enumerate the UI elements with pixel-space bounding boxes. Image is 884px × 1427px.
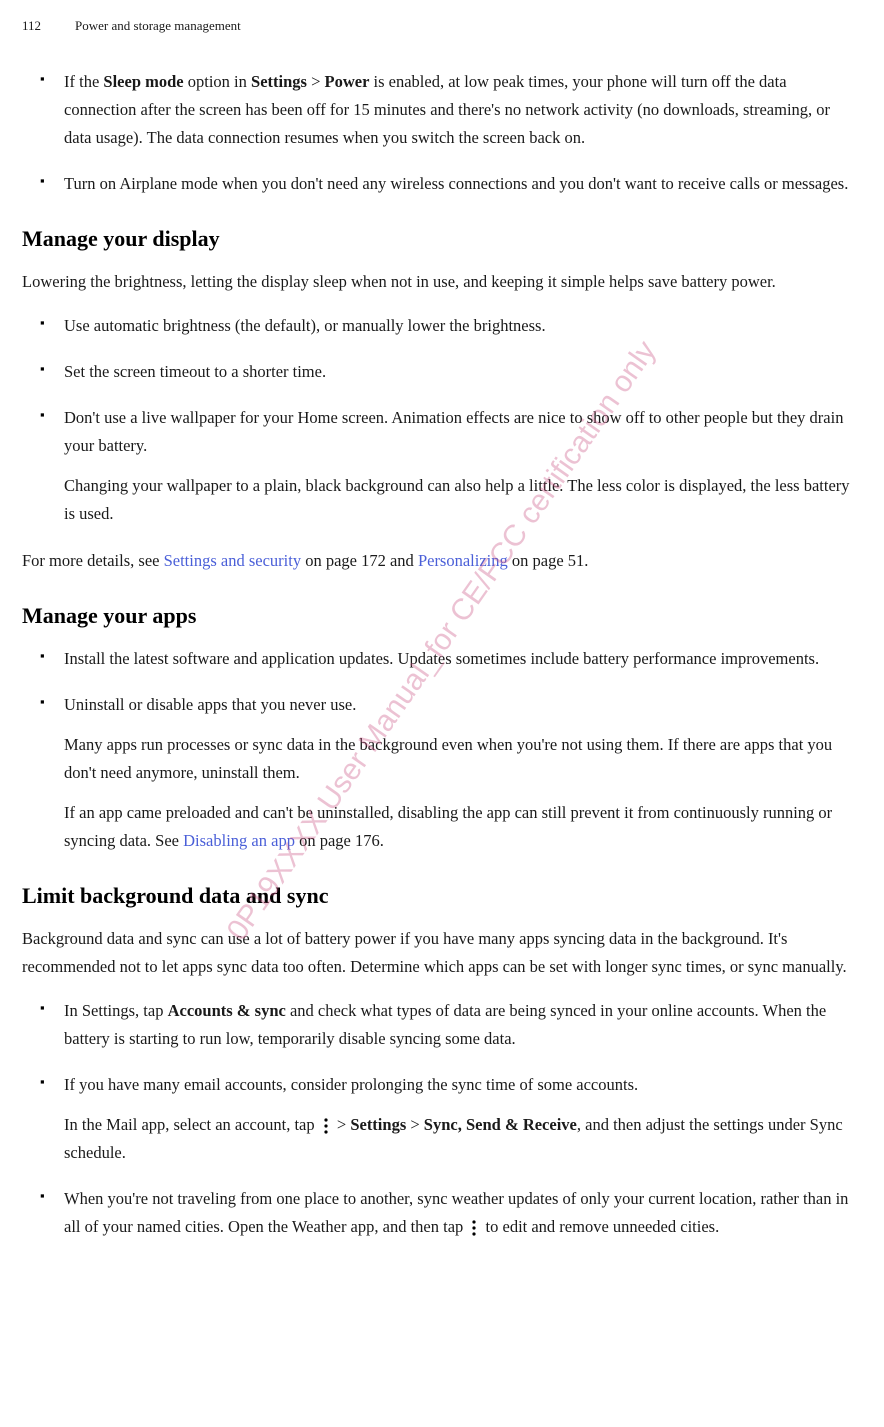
bullet-text: When you're not traveling from one place… [64, 1189, 848, 1236]
bullet-item: When you're not traveling from one place… [64, 1185, 862, 1241]
section-intro: Background data and sync can use a lot o… [22, 925, 862, 981]
bullet-sub-para: Changing your wallpaper to a plain, blac… [64, 472, 858, 528]
header-title: Power and storage management [75, 18, 241, 34]
bullet-text: Don't use a live wallpaper for your Home… [64, 408, 843, 455]
bullet-item: Turn on Airplane mode when you don't nee… [64, 170, 862, 198]
bullet-item: If the Sleep mode option in Settings > P… [64, 68, 862, 152]
bullet-text: In Settings, tap Accounts & sync and che… [64, 1001, 826, 1048]
content-body: If the Sleep mode option in Settings > P… [22, 68, 862, 1241]
bullet-sub-para: If an app came preloaded and can't be un… [64, 799, 858, 855]
page-number: 112 [22, 18, 41, 34]
bold-text: Settings [350, 1115, 406, 1134]
bullet-item: Uninstall or disable apps that you never… [64, 691, 862, 855]
section-title: Manage your display [22, 226, 862, 252]
bold-text: Settings [251, 72, 307, 91]
bullet-list: Use automatic brightness (the default), … [22, 312, 862, 528]
section-intro: Lowering the brightness, letting the dis… [22, 268, 862, 296]
page-header: 112 Power and storage management [22, 18, 862, 34]
bullet-list: If the Sleep mode option in Settings > P… [22, 68, 862, 198]
bold-text: Sleep mode [103, 72, 183, 91]
bold-text: Power [325, 72, 370, 91]
bullet-list: In Settings, tap Accounts & sync and che… [22, 997, 862, 1241]
bullet-item: Don't use a live wallpaper for your Home… [64, 404, 862, 528]
link-text[interactable]: Settings and security [164, 551, 301, 570]
bullet-list: Install the latest software and applicat… [22, 645, 862, 855]
link-text[interactable]: Personalizing [418, 551, 508, 570]
section-title: Limit background data and sync [22, 883, 862, 909]
bullet-item: Use automatic brightness (the default), … [64, 312, 862, 340]
bullet-text: If the Sleep mode option in Settings > P… [64, 72, 830, 147]
link-text[interactable]: Disabling an app [183, 831, 295, 850]
bullet-sub-para: In the Mail app, select an account, tap … [64, 1111, 858, 1167]
document-page: 0P19XXXX User Manual_for CE/FCC certific… [0, 0, 884, 1281]
more-vert-icon [319, 1116, 333, 1134]
bullet-item: In Settings, tap Accounts & sync and che… [64, 997, 862, 1053]
more-vert-icon [467, 1218, 481, 1236]
bold-text: Sync, Send & Receive [424, 1115, 577, 1134]
bullet-text: Install the latest software and applicat… [64, 649, 819, 668]
bullet-sub-para: Many apps run processes or sync data in … [64, 731, 858, 787]
section-title: Manage your apps [22, 603, 862, 629]
bullet-text: Use automatic brightness (the default), … [64, 316, 546, 335]
section-outro: For more details, see Settings and secur… [22, 547, 862, 575]
bullet-item: Set the screen timeout to a shorter time… [64, 358, 862, 386]
bullet-text: Set the screen timeout to a shorter time… [64, 362, 326, 381]
bold-text: Accounts & sync [168, 1001, 286, 1020]
bullet-text: Turn on Airplane mode when you don't nee… [64, 174, 848, 193]
bullet-item: If you have many email accounts, conside… [64, 1071, 862, 1167]
bullet-text: If you have many email accounts, conside… [64, 1075, 638, 1094]
bullet-item: Install the latest software and applicat… [64, 645, 862, 673]
bullet-text: Uninstall or disable apps that you never… [64, 695, 356, 714]
